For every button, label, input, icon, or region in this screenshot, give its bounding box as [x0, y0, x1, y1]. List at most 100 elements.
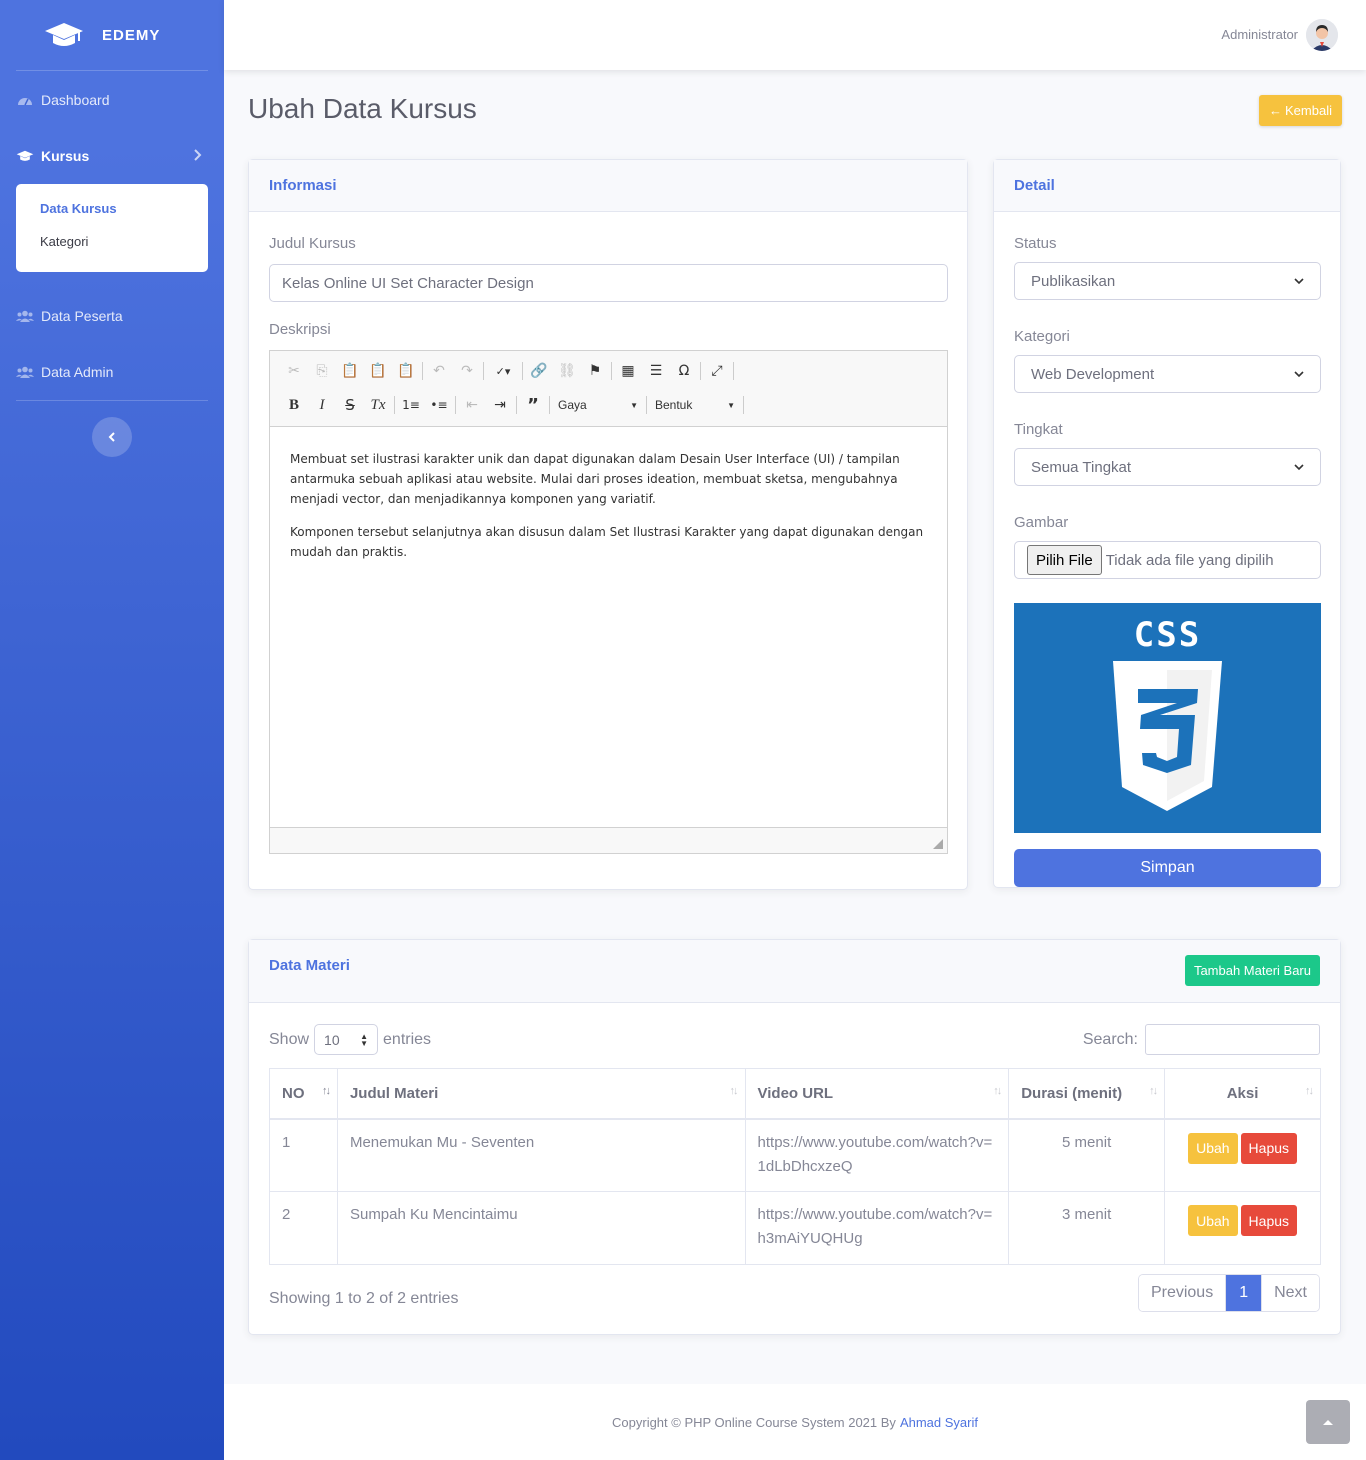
delete-button[interactable]: Hapus: [1240, 1132, 1298, 1164]
brand[interactable]: EDEMY: [0, 0, 224, 70]
submenu-item-kategori[interactable]: Kategori: [16, 225, 208, 258]
footer-text: Copyright © PHP Online Course System 202…: [612, 1414, 896, 1430]
chevron-down-icon: [1294, 277, 1304, 284]
judul-input[interactable]: Kelas Online UI Set Character Design: [269, 264, 948, 302]
cell-aksi: Ubah Hapus: [1164, 1191, 1321, 1265]
special-char-icon[interactable]: Ω: [670, 359, 698, 383]
tachometer-icon: [16, 93, 34, 107]
tingkat-select[interactable]: Semua Tingkat: [1014, 448, 1321, 486]
table-row: 1 Menemukan Mu - Seventen https://www.yo…: [269, 1118, 1321, 1192]
toolbar-separator: [733, 362, 734, 380]
sidebar-divider: [16, 70, 208, 71]
table-icon[interactable]: ▦: [614, 359, 642, 383]
entries-select-value: 10: [324, 1031, 340, 1048]
pagination-previous[interactable]: Previous: [1138, 1275, 1226, 1311]
user-name[interactable]: Administrator: [1221, 27, 1298, 42]
spellcheck-icon[interactable]: ✓▾: [486, 359, 520, 383]
save-button[interactable]: Simpan: [1014, 849, 1321, 887]
search-control: Search:: [1083, 1024, 1320, 1055]
sidebar-item-label: Data Peserta: [41, 308, 123, 324]
choose-file-button[interactable]: Pilih File: [1027, 545, 1102, 575]
pagination: Previous 1 Next: [1137, 1274, 1320, 1312]
anchor-flag-icon[interactable]: ⚑: [581, 359, 609, 383]
redo-icon[interactable]: ↷: [453, 359, 481, 383]
topbar: Administrator: [224, 0, 1366, 70]
kategori-select[interactable]: Web Development: [1014, 355, 1321, 393]
italic-icon[interactable]: I: [308, 393, 336, 417]
editor-content[interactable]: Membuat set ilustrasi karakter unik dan …: [270, 427, 947, 827]
cell-no: 1: [269, 1118, 338, 1192]
column-header-url[interactable]: Video URL ↑↓: [744, 1068, 1010, 1120]
add-materi-button[interactable]: Tambah Materi Baru: [1184, 955, 1320, 986]
undo-icon[interactable]: ↶: [425, 359, 453, 383]
info-card-header: Informasi: [249, 160, 967, 212]
pagination-next[interactable]: Next: [1261, 1275, 1319, 1311]
unlink-icon[interactable]: ⛓: [553, 359, 581, 383]
graduation-cap-icon: [45, 23, 83, 46]
caret-down-icon: ▼: [630, 400, 638, 410]
cut-icon[interactable]: ✂: [280, 359, 308, 383]
sidebar-toggle-button[interactable]: [92, 417, 132, 457]
judul-label: Judul Kursus: [269, 235, 356, 252]
sidebar-item-dashboard[interactable]: Dashboard: [0, 72, 224, 128]
editor-footer: [270, 827, 947, 853]
delete-button[interactable]: Hapus: [1240, 1205, 1298, 1236]
horizontal-line-icon[interactable]: ☰: [642, 359, 670, 383]
search-label: Search:: [1082, 1030, 1138, 1048]
outdent-icon[interactable]: ⇤: [458, 393, 486, 417]
maximize-icon[interactable]: ⤢: [703, 359, 731, 383]
numbered-list-icon[interactable]: 1≡: [397, 393, 425, 417]
format-combo-label: Bentuk: [655, 398, 693, 412]
blockquote-icon[interactable]: ”: [519, 393, 547, 417]
editor-paragraph: Membuat set ilustrasi karakter unik dan …: [290, 452, 900, 506]
table-row: 2 Sumpah Ku Mencintaimu https://www.yout…: [269, 1191, 1321, 1265]
edit-button[interactable]: Ubah: [1188, 1205, 1238, 1236]
sidebar-item-data-peserta[interactable]: Data Peserta: [0, 288, 224, 344]
paste-word-icon[interactable]: 📋: [392, 359, 420, 383]
remove-format-icon[interactable]: Tx: [364, 393, 392, 417]
sort-icon: ↑↓: [321, 1085, 331, 1097]
scroll-to-top-button[interactable]: [1306, 1400, 1350, 1444]
brand-name: EDEMY: [102, 26, 161, 44]
avatar[interactable]: [1306, 19, 1338, 51]
footer-author-link[interactable]: Ahmad Syarif: [900, 1415, 978, 1430]
sidebar-item-label: Dashboard: [41, 92, 110, 108]
strike-icon[interactable]: S: [336, 393, 364, 417]
sidebar-divider: [16, 400, 208, 401]
caret-down-icon: ▼: [727, 400, 735, 410]
pagination-page[interactable]: 1: [1225, 1275, 1262, 1311]
entries-select[interactable]: 10 ▲ ▼: [314, 1024, 379, 1055]
deskripsi-label: Deskripsi: [269, 321, 331, 338]
chevron-left-icon: [108, 432, 115, 442]
copy-icon[interactable]: ⎘: [308, 359, 336, 383]
length-control: Show 10 ▲ ▼ entries: [269, 1024, 431, 1055]
style-combo[interactable]: Gaya ▼: [552, 394, 644, 416]
column-header-durasi[interactable]: Durasi (menit) ↑↓: [1008, 1068, 1166, 1120]
cell-aksi: Ubah Hapus: [1164, 1118, 1321, 1192]
column-header-aksi[interactable]: Aksi ↑↓: [1164, 1068, 1321, 1120]
column-header-no[interactable]: NO ↑↓: [269, 1068, 338, 1120]
search-input[interactable]: [1145, 1024, 1320, 1055]
column-header-judul[interactable]: Judul Materi ↑↓: [336, 1068, 746, 1120]
submenu-item-data-kursus[interactable]: Data Kursus: [16, 192, 208, 225]
toolbar-separator: [611, 362, 612, 380]
sidebar-item-data-admin[interactable]: Data Admin: [0, 344, 224, 400]
edit-button[interactable]: Ubah: [1188, 1132, 1238, 1164]
back-button[interactable]: ← Kembali: [1259, 95, 1342, 126]
indent-icon[interactable]: ⇥: [486, 393, 514, 417]
paste-text-icon[interactable]: 📋: [364, 359, 392, 383]
back-button-label: Kembali: [1285, 103, 1332, 118]
cell-url: https://www.youtube.com/watch?v=h3mAiYUQ…: [744, 1191, 1010, 1265]
gambar-file-input[interactable]: Pilih File Tidak ada file yang dipilih: [1014, 541, 1321, 579]
sort-icon: ↑↓: [1149, 1085, 1158, 1097]
editor-toolbar: ✂ ⎘ 📋 📋 📋 ↶ ↷ ✓▾ 🔗 ⛓ ⚑ ▦ ☰ Ω ⤢ B I S Tx …: [270, 351, 947, 427]
sidebar-item-kursus[interactable]: Kursus: [0, 128, 224, 184]
status-select[interactable]: Publikasikan: [1014, 262, 1321, 300]
link-icon[interactable]: 🔗: [525, 359, 553, 383]
bold-icon[interactable]: B: [280, 393, 308, 417]
resize-handle-icon[interactable]: [933, 839, 943, 849]
paste-icon[interactable]: 📋: [336, 359, 364, 383]
bulleted-list-icon[interactable]: •≡: [425, 393, 453, 417]
arrow-left-icon: ←: [1269, 103, 1283, 118]
format-combo[interactable]: Bentuk ▼: [649, 394, 741, 416]
